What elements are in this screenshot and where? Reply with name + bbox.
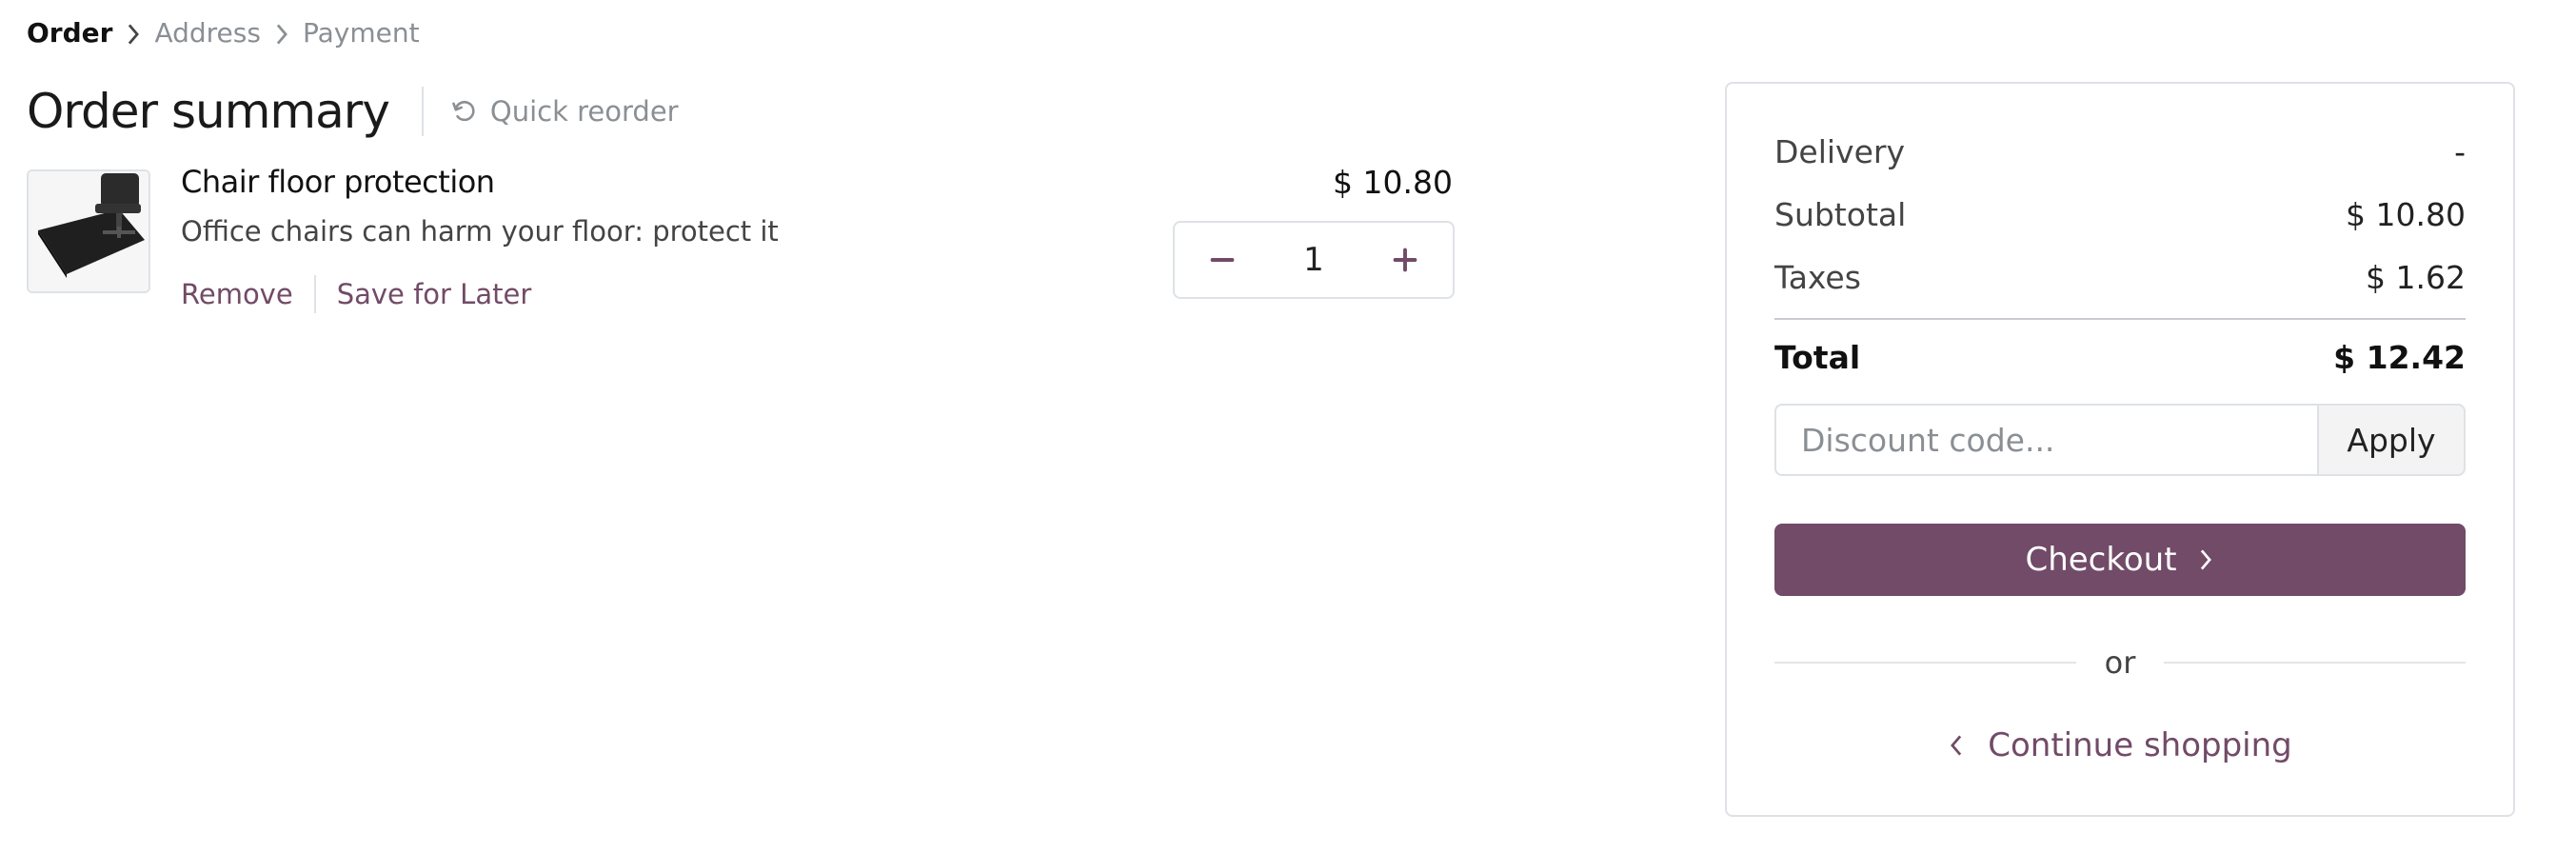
checkout-button[interactable]: Checkout [1774, 524, 2466, 596]
product-image[interactable] [27, 169, 150, 293]
separator-line [2164, 662, 2467, 664]
apply-discount-button[interactable]: Apply [2317, 404, 2466, 476]
title-row: Order summary Quick reorder [27, 82, 679, 141]
quantity-input[interactable]: 1 [1270, 241, 1357, 279]
discount-form: Apply [1774, 404, 2466, 476]
remove-button[interactable]: Remove [181, 278, 293, 310]
total-value: $ 12.42 [2333, 339, 2466, 376]
chevron-right-icon [112, 17, 154, 49]
or-separator: or [1774, 642, 2467, 684]
or-label: or [2104, 645, 2136, 681]
increase-quantity-button[interactable] [1357, 223, 1453, 297]
summary-divider [1774, 318, 2466, 320]
reorder-icon [452, 100, 475, 122]
delivery-value: - [2454, 133, 2466, 170]
product-name[interactable]: Chair floor protection [181, 164, 495, 200]
chevron-right-icon [261, 17, 303, 49]
subtotal-row: Subtotal $ 10.80 [1774, 196, 2466, 233]
breadcrumb: Order Address Payment [27, 13, 420, 51]
total-label: Total [1774, 339, 1861, 376]
product-description: Office chairs can harm your floor: prote… [181, 215, 779, 248]
delivery-row: Delivery - [1774, 133, 2466, 170]
subtotal-label: Subtotal [1774, 196, 1907, 233]
plus-icon [1393, 248, 1417, 272]
taxes-value: $ 1.62 [2366, 259, 2466, 296]
line-price: $ 10.80 [1333, 164, 1453, 201]
checkout-label: Checkout [2025, 541, 2177, 579]
minus-icon [1210, 258, 1235, 262]
continue-shopping-label: Continue shopping [1988, 726, 2292, 764]
page-title: Order summary [27, 84, 390, 139]
subtotal-value: $ 10.80 [2346, 196, 2466, 233]
order-summary-card: Delivery - Subtotal $ 10.80 Taxes $ 1.62… [1725, 82, 2515, 817]
line-actions: Remove Save for Later [181, 270, 531, 318]
cart-page: Order Address Payment Order summary Quic… [0, 0, 2576, 853]
chair-mat-image-icon [29, 171, 149, 291]
taxes-label: Taxes [1774, 259, 1861, 296]
taxes-row: Taxes $ 1.62 [1774, 259, 2466, 296]
breadcrumb-step-payment[interactable]: Payment [303, 17, 420, 49]
decrease-quantity-button[interactable] [1175, 223, 1270, 297]
chevron-right-icon [2200, 549, 2211, 570]
chevron-left-icon [1951, 735, 1962, 756]
breadcrumb-step-address[interactable]: Address [154, 17, 261, 49]
discount-code-input[interactable] [1774, 404, 2317, 476]
quick-reorder-button[interactable]: Quick reorder [450, 95, 679, 128]
continue-shopping-link[interactable]: Continue shopping [1774, 722, 2466, 769]
delivery-label: Delivery [1774, 133, 1905, 170]
actions-divider [313, 275, 316, 313]
title-divider [421, 87, 424, 136]
total-row: Total $ 12.42 [1774, 339, 2466, 376]
separator-line [1774, 662, 2076, 664]
quick-reorder-label: Quick reorder [489, 95, 679, 128]
breadcrumb-step-order: Order [27, 16, 113, 49]
save-for-later-button[interactable]: Save for Later [337, 278, 532, 310]
quantity-stepper: 1 [1173, 221, 1455, 299]
